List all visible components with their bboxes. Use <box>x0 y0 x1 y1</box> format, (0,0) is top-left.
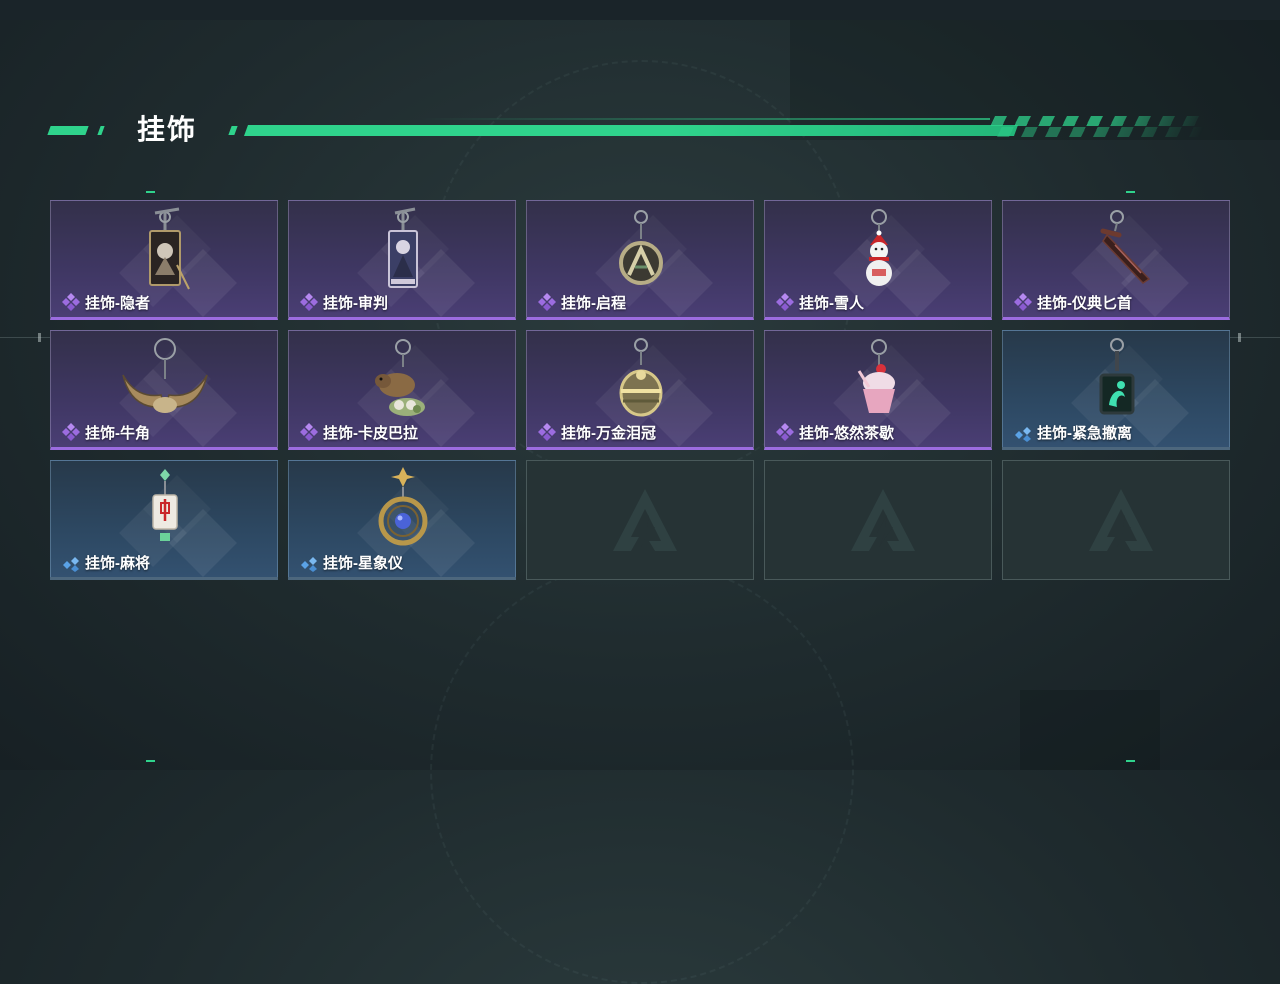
charm-card[interactable]: 挂饰-麻将 <box>50 460 278 580</box>
empty-slot[interactable] <box>764 460 992 580</box>
charm-label: 挂饰-紧急撤离 <box>1013 421 1132 443</box>
charm-card[interactable]: 挂饰-雪人 <box>764 200 992 320</box>
background-slab <box>1020 690 1160 770</box>
charm-name: 挂饰-悠然茶歇 <box>799 424 894 442</box>
charm-name: 挂饰-牛角 <box>85 424 150 442</box>
rarity-diamond-icon <box>776 293 794 311</box>
snowman-icon <box>829 205 929 293</box>
charm-name: 挂饰-紧急撤离 <box>1037 424 1132 442</box>
header-accent-pill <box>47 126 89 135</box>
rarity-diamond-icon <box>1014 293 1032 311</box>
mahjong-tile-icon <box>115 465 215 553</box>
charm-label: 挂饰-雪人 <box>775 291 864 313</box>
side-pin-right <box>1238 333 1241 342</box>
rarity-diamond-icon <box>538 423 556 441</box>
header-checker-pattern <box>985 116 1210 137</box>
rarity-diamond-icon <box>776 423 794 441</box>
cupcake-icon <box>829 335 929 423</box>
charm-name: 挂饰-星象仪 <box>323 554 403 572</box>
charm-card[interactable]: 挂饰-启程 <box>526 200 754 320</box>
charm-name: 挂饰-启程 <box>561 294 626 312</box>
rarity-diamond-icon <box>62 423 80 441</box>
header-accent-bar <box>243 125 1019 136</box>
bull-horns-icon <box>115 335 215 423</box>
corner-mark <box>1126 760 1135 762</box>
charm-grid: 挂饰-隐者 挂饰-审判 挂饰-启程 挂饰-雪人 挂饰-仪典匕首 挂饰-牛角 挂饰-卡皮巴拉挂… <box>50 200 1230 580</box>
charm-name: 挂饰-麻将 <box>85 554 150 572</box>
charm-name: 挂饰-审判 <box>323 294 388 312</box>
charm-name: 挂饰-卡皮巴拉 <box>323 424 418 442</box>
rarity-diamond-icon <box>63 557 79 572</box>
section-header: 挂饰 <box>0 100 1280 160</box>
charm-label: 挂饰-万金泪冠 <box>537 421 656 443</box>
medallion-icon <box>591 205 691 293</box>
side-rail-left <box>0 337 50 338</box>
charm-name: 挂饰-万金泪冠 <box>561 424 656 442</box>
section-title: 挂饰 <box>137 114 198 145</box>
corner-mark <box>146 760 155 762</box>
charm-label: 挂饰-仪典匕首 <box>1013 291 1132 313</box>
charm-name: 挂饰-仪典匕首 <box>1037 294 1132 312</box>
placeholder-logo-icon <box>1085 485 1157 557</box>
charm-card[interactable]: 挂饰-悠然茶歇 <box>764 330 992 450</box>
charm-name: 挂饰-雪人 <box>799 294 864 312</box>
charm-name: 挂饰-隐者 <box>85 294 150 312</box>
astrolabe-icon <box>353 465 453 553</box>
charm-card[interactable]: 挂饰-卡皮巴拉 <box>288 330 516 450</box>
rarity-diamond-icon <box>301 557 317 572</box>
capybara-icon <box>353 335 453 423</box>
rarity-diamond-icon <box>538 293 556 311</box>
charm-label: 挂饰-悠然茶歇 <box>775 421 894 443</box>
charm-card[interactable]: 挂饰-星象仪 <box>288 460 516 580</box>
charm-label: 挂饰-审判 <box>299 291 388 313</box>
empty-slot[interactable] <box>526 460 754 580</box>
top-strip <box>0 0 1280 20</box>
side-pin-left <box>38 333 41 342</box>
crown-orb-icon <box>591 335 691 423</box>
charm-card[interactable]: 挂饰-紧急撤离 <box>1002 330 1230 450</box>
charm-label: 挂饰-麻将 <box>61 551 150 573</box>
header-accent-tick <box>228 126 238 135</box>
corner-mark <box>146 191 155 193</box>
header-accent-tick <box>97 126 105 135</box>
dagger-icon <box>1067 205 1167 293</box>
charm-label: 挂饰-卡皮巴拉 <box>299 421 418 443</box>
tarot-card-hermit-icon <box>115 205 215 293</box>
corner-mark <box>1126 191 1135 193</box>
charm-label: 挂饰-隐者 <box>61 291 150 313</box>
charm-label: 挂饰-牛角 <box>61 421 150 443</box>
rarity-diamond-icon <box>1015 427 1031 442</box>
charm-card[interactable]: 挂饰-仪典匕首 <box>1002 200 1230 320</box>
background-ring <box>430 560 854 984</box>
placeholder-logo-icon <box>609 485 681 557</box>
rarity-diamond-icon <box>300 423 318 441</box>
emergency-tag-icon <box>1067 335 1167 423</box>
tarot-card-judgement-icon <box>353 205 453 293</box>
charm-card[interactable]: 挂饰-牛角 <box>50 330 278 450</box>
charm-card[interactable]: 挂饰-审判 <box>288 200 516 320</box>
empty-slot[interactable] <box>1002 460 1230 580</box>
charm-card[interactable]: 挂饰-万金泪冠 <box>526 330 754 450</box>
placeholder-logo-icon <box>847 485 919 557</box>
charm-card[interactable]: 挂饰-隐者 <box>50 200 278 320</box>
header-thin-line <box>420 118 990 120</box>
rarity-diamond-icon <box>300 293 318 311</box>
rarity-diamond-icon <box>62 293 80 311</box>
charm-label: 挂饰-星象仪 <box>299 551 403 573</box>
charm-label: 挂饰-启程 <box>537 291 626 313</box>
